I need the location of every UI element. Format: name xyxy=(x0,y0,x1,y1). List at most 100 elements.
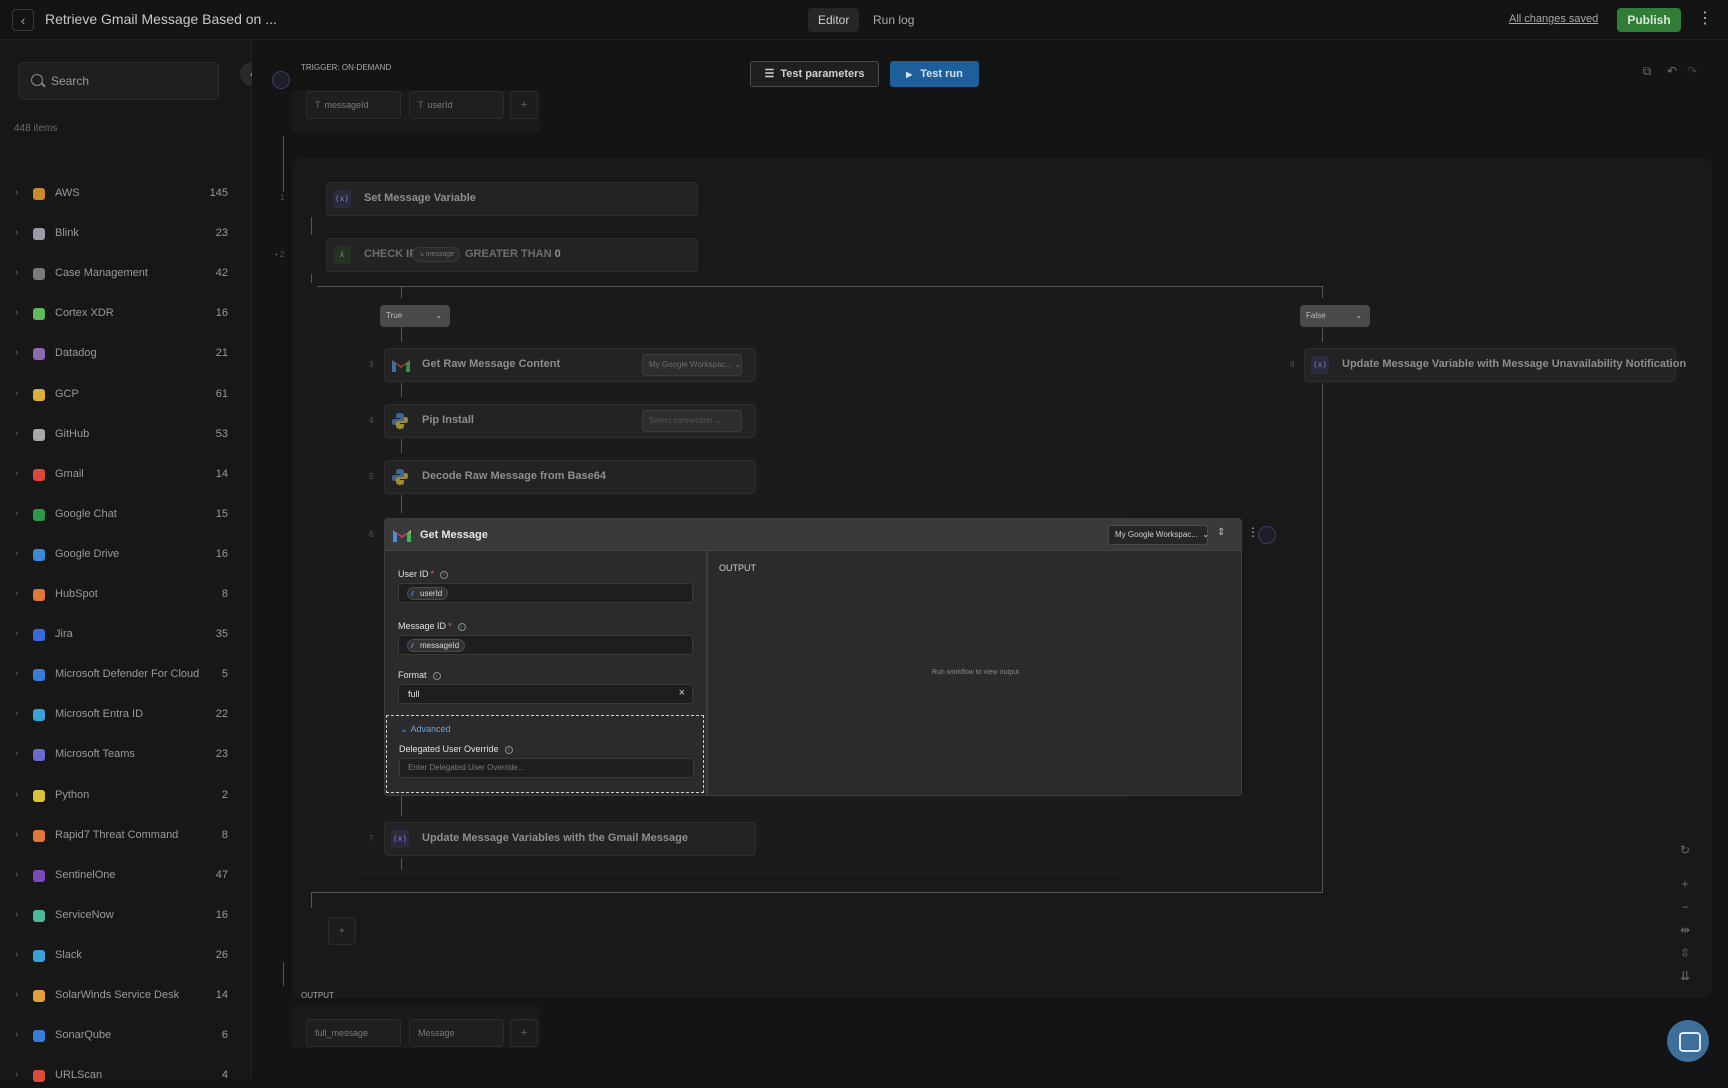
trigger-label: TRIGGER: ON-DEMAND xyxy=(301,63,392,72)
add-output-param-button[interactable]: + xyxy=(510,1019,538,1047)
chevron-right-icon: › xyxy=(15,788,19,800)
step-menu-icon[interactable]: ⋮ xyxy=(1247,525,1259,539)
category-name: GitHub xyxy=(55,427,90,440)
publish-button[interactable]: Publish xyxy=(1617,8,1681,32)
undo-icon[interactable]: ↶ xyxy=(1662,61,1682,81)
test-run-button[interactable]: ▶ Test run xyxy=(890,61,979,87)
expand-icon[interactable]: ⇕ xyxy=(1217,527,1225,538)
step-title[interactable]: Get Message xyxy=(420,529,488,541)
add-trigger-param-button[interactable]: + xyxy=(510,91,538,119)
variable-chip[interactable]: userId xyxy=(407,587,449,600)
output-param-full-message[interactable]: full_message xyxy=(306,1019,401,1047)
more-menu-icon[interactable]: ⋮ xyxy=(1697,9,1713,29)
chat-support-button[interactable] xyxy=(1667,1020,1709,1062)
workflow-canvas[interactable]: TRIGGER: ON-DEMAND TmessageId TuserId + … xyxy=(252,40,1728,1079)
sidebar-category-slack[interactable]: › Slack 26 xyxy=(0,944,240,968)
sidebar-category-python[interactable]: › Python 2 xyxy=(0,784,240,808)
sidebar-category-microsoft-entra-id[interactable]: › Microsoft Entra ID 22 xyxy=(0,703,240,727)
sidebar-category-blink[interactable]: › Blink 23 xyxy=(0,222,240,246)
connector xyxy=(311,282,312,283)
branch-true-selector[interactable]: True ⌄ xyxy=(380,305,450,327)
user-id-field[interactable]: userId xyxy=(398,583,693,603)
sidebar-category-solarwinds-service-desk[interactable]: › SolarWinds Service Desk 14 xyxy=(0,984,240,1008)
collapse-icon[interactable]: ⇊ xyxy=(1675,966,1695,986)
trigger-param-messageid[interactable]: TmessageId xyxy=(306,91,401,119)
category-name: GCP xyxy=(55,387,79,400)
sidebar-category-rapid7-threat-command[interactable]: › Rapid7 Threat Command 8 xyxy=(0,824,240,848)
sidebar-category-servicenow[interactable]: › ServiceNow 16 xyxy=(0,904,240,928)
tab-editor[interactable]: Editor xyxy=(808,8,860,32)
advanced-toggle[interactable]: ⌄ Advanced xyxy=(400,724,451,735)
step-get-raw-message-content[interactable]: Get Raw Message Content My Google Worksp… xyxy=(384,348,756,382)
sidebar-category-urlscan[interactable]: › URLScan 4 xyxy=(0,1064,240,1088)
variable-icon: (x) xyxy=(333,190,351,208)
connection-select[interactable]: My Google Workspac... ⌄ xyxy=(642,354,742,376)
get-message-panel[interactable]: Get Message My Google Workspac... ⌄ ⇕ Us… xyxy=(384,518,1242,796)
workflow-title[interactable]: Retrieve Gmail Message Based on ... xyxy=(45,11,277,27)
sidebar-category-aws[interactable]: › AWS 145 xyxy=(0,182,240,206)
sidebar-category-google-chat[interactable]: › Google Chat 15 xyxy=(0,503,240,527)
add-step-button[interactable]: + xyxy=(328,917,356,945)
chevron-right-icon: › xyxy=(15,868,19,880)
step-update-unavailability[interactable]: (x) Update Message Variable with Message… xyxy=(1304,348,1686,382)
sidebar-category-cortex-xdr[interactable]: › Cortex XDR 16 xyxy=(0,302,240,326)
info-icon: i xyxy=(457,622,466,631)
sidebar-category-case-management[interactable]: › Case Management 42 xyxy=(0,262,240,286)
chevron-down-icon: ⌄ xyxy=(435,311,442,320)
save-status[interactable]: All changes saved xyxy=(1509,13,1598,25)
connection-select[interactable]: My Google Workspac... ⌄ xyxy=(1108,525,1209,545)
connector xyxy=(401,495,402,513)
step-decode-raw-message[interactable]: Decode Raw Message from Base64 xyxy=(384,460,756,494)
chevron-right-icon: › xyxy=(15,668,19,680)
variable-icon: (x) xyxy=(1311,356,1329,374)
sidebar-category-gmail[interactable]: › Gmail 14 xyxy=(0,463,240,487)
format-select[interactable]: full × xyxy=(398,684,693,704)
search-icon xyxy=(31,74,43,86)
step-set-message-variable[interactable]: (x) Set Message Variable xyxy=(326,182,698,216)
sidebar-category-datadog[interactable]: › Datadog 21 xyxy=(0,342,240,366)
category-name: ServiceNow xyxy=(55,908,114,921)
step-pip-install[interactable]: Pip Install Select connection ⌄ xyxy=(384,404,756,438)
trigger-param-userid[interactable]: TuserId xyxy=(409,91,504,119)
sidebar-category-jira[interactable]: › Jira 35 xyxy=(0,623,240,647)
branch-false-selector[interactable]: False ⌄ xyxy=(1300,305,1370,327)
connector xyxy=(311,217,312,235)
sidebar-category-microsoft-teams[interactable]: › Microsoft Teams 23 xyxy=(0,743,240,767)
sidebar-category-hubspot[interactable]: › HubSpot 8 xyxy=(0,583,240,607)
copy-icon[interactable]: ⧉ xyxy=(1637,61,1657,81)
category-name: SonarQube xyxy=(55,1029,112,1042)
search-box[interactable] xyxy=(18,62,219,100)
sidebar-category-sentinelone[interactable]: › SentinelOne 47 xyxy=(0,864,240,888)
tab-run-log[interactable]: Run log xyxy=(863,8,924,32)
variable-chip[interactable]: messageId xyxy=(407,639,466,652)
sidebar-category-github[interactable]: › GitHub 53 xyxy=(0,423,240,447)
category-name: Microsoft Teams xyxy=(55,748,135,761)
search-input[interactable] xyxy=(51,74,201,88)
chevron-right-icon: › xyxy=(15,227,19,239)
sidebar-category-google-drive[interactable]: › Google Drive 16 xyxy=(0,543,240,567)
test-parameters-button[interactable]: ☰ Test parameters xyxy=(750,61,879,87)
connection-select[interactable]: Select connection ⌄ xyxy=(642,410,742,432)
message-id-field[interactable]: messageId xyxy=(398,635,693,655)
step-check-if[interactable]: ⅄ CHECK IF ↘ message GREATER THAN 0 xyxy=(326,238,698,272)
output-param-message[interactable]: Message xyxy=(409,1019,504,1047)
fit-width-icon[interactable]: ⇹ xyxy=(1675,920,1695,940)
fit-height-icon[interactable]: ⇳ xyxy=(1675,943,1695,963)
zoom-out-icon[interactable]: − xyxy=(1675,897,1695,917)
sidebar-category-microsoft-defender-for-cloud[interactable]: › Microsoft Defender For Cloud 5 xyxy=(0,663,240,687)
sidebar-category-sonarqube[interactable]: › SonarQube 6 xyxy=(0,1024,240,1048)
step-number: 3 xyxy=(369,360,374,369)
reset-view-icon[interactable]: ↻ xyxy=(1675,840,1695,860)
step-status-icon[interactable] xyxy=(1258,526,1276,544)
zoom-in-icon[interactable]: + xyxy=(1675,874,1695,894)
integration-icon xyxy=(33,709,45,722)
clear-icon[interactable]: × xyxy=(679,687,685,699)
trigger-icon[interactable] xyxy=(272,71,290,89)
step-update-message-variables[interactable]: (x) Update Message Variables with the Gm… xyxy=(384,822,756,856)
sidebar-category-gcp[interactable]: › GCP 61 xyxy=(0,383,240,407)
chevron-right-icon: › xyxy=(15,948,19,960)
delegated-user-field[interactable]: Enter Delegated User Override... xyxy=(399,758,694,778)
redo-icon[interactable]: ↷ xyxy=(1682,61,1702,81)
back-button[interactable]: ‹ xyxy=(12,9,34,31)
format-label: Format i xyxy=(398,670,441,680)
